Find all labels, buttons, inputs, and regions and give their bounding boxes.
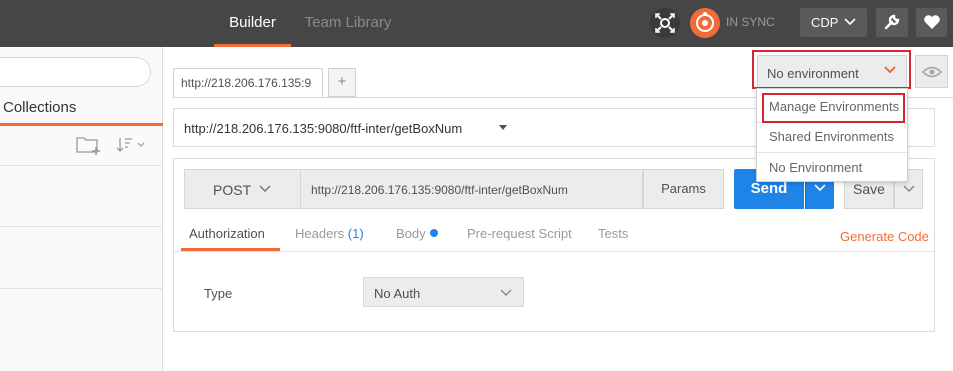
highlight-box [762,93,905,123]
heart-icon [924,15,940,29]
sidebar-search-input[interactable] [0,57,151,87]
body-indicator-dot [429,229,438,237]
menu-item-shared-environments[interactable]: Shared Environments [769,129,894,144]
chevron-down-icon [814,184,826,192]
method-select[interactable]: POST [184,169,301,209]
sort-icon[interactable] [116,136,146,154]
tab-body-label: Body [396,226,426,241]
tab-collections[interactable]: Collections [3,99,76,116]
new-folder-icon[interactable] [76,135,102,155]
wrench-icon [884,14,900,30]
divider [757,152,907,153]
highlight-box [752,50,911,89]
heart-button[interactable] [916,8,947,37]
url-input[interactable]: http://218.206.176.135:9080/ftf-inter/ge… [300,169,643,209]
add-tab-button[interactable]: + [328,68,356,97]
tab-headers[interactable]: Headers (1) [295,226,364,241]
generate-code-link[interactable]: Generate Code [840,229,929,244]
divider [0,165,163,166]
eye-icon [922,66,942,78]
params-button[interactable]: Params [643,169,724,209]
auth-type-label: Type [204,286,233,301]
headers-count: (1) [347,226,364,241]
sync-status: IN SYNC [726,15,775,29]
settings-button[interactable] [876,8,908,37]
workspace-button[interactable]: CDP [800,8,867,37]
tabs-divider [174,251,934,252]
workspace-label: CDP [811,15,839,30]
tab-tests[interactable]: Tests [598,226,628,241]
chevron-down-icon [500,289,512,297]
tab-pre-request-script[interactable]: Pre-request Script [467,226,572,241]
request-tab[interactable]: http://218.206.176.135:9 [173,68,323,97]
chevron-down-icon [903,185,915,193]
chevron-down-icon [259,185,271,193]
tab-body[interactable]: Body [396,226,438,241]
caret-down-icon [499,125,507,130]
chevron-down-icon [844,18,856,26]
divider [0,226,163,227]
tab-builder[interactable]: Builder [214,0,291,47]
tab-team-library[interactable]: Team Library [295,0,401,47]
request-tab-title: http://218.206.176.135:9 [181,76,312,90]
url-summary-text: http://218.206.176.135:9080/ftf-inter/ge… [184,121,463,136]
interceptor-icon[interactable] [650,8,680,38]
environment-quick-look-button[interactable] [915,55,948,88]
tab-active-indicator [0,123,163,126]
tab-headers-label: Headers [295,226,345,241]
method-label: POST [213,182,252,198]
url-input-value: http://218.206.176.135:9080/ftf-inter/ge… [311,183,568,197]
sidebar: Collections [0,47,163,371]
menu-item-no-environment[interactable]: No Environment [769,160,862,175]
sync-icon[interactable] [690,8,720,38]
auth-type-value: No Auth [374,286,421,301]
tab-authorization[interactable]: Authorization [189,226,265,241]
divider [0,288,163,289]
auth-type-select[interactable]: No Auth [363,277,524,307]
